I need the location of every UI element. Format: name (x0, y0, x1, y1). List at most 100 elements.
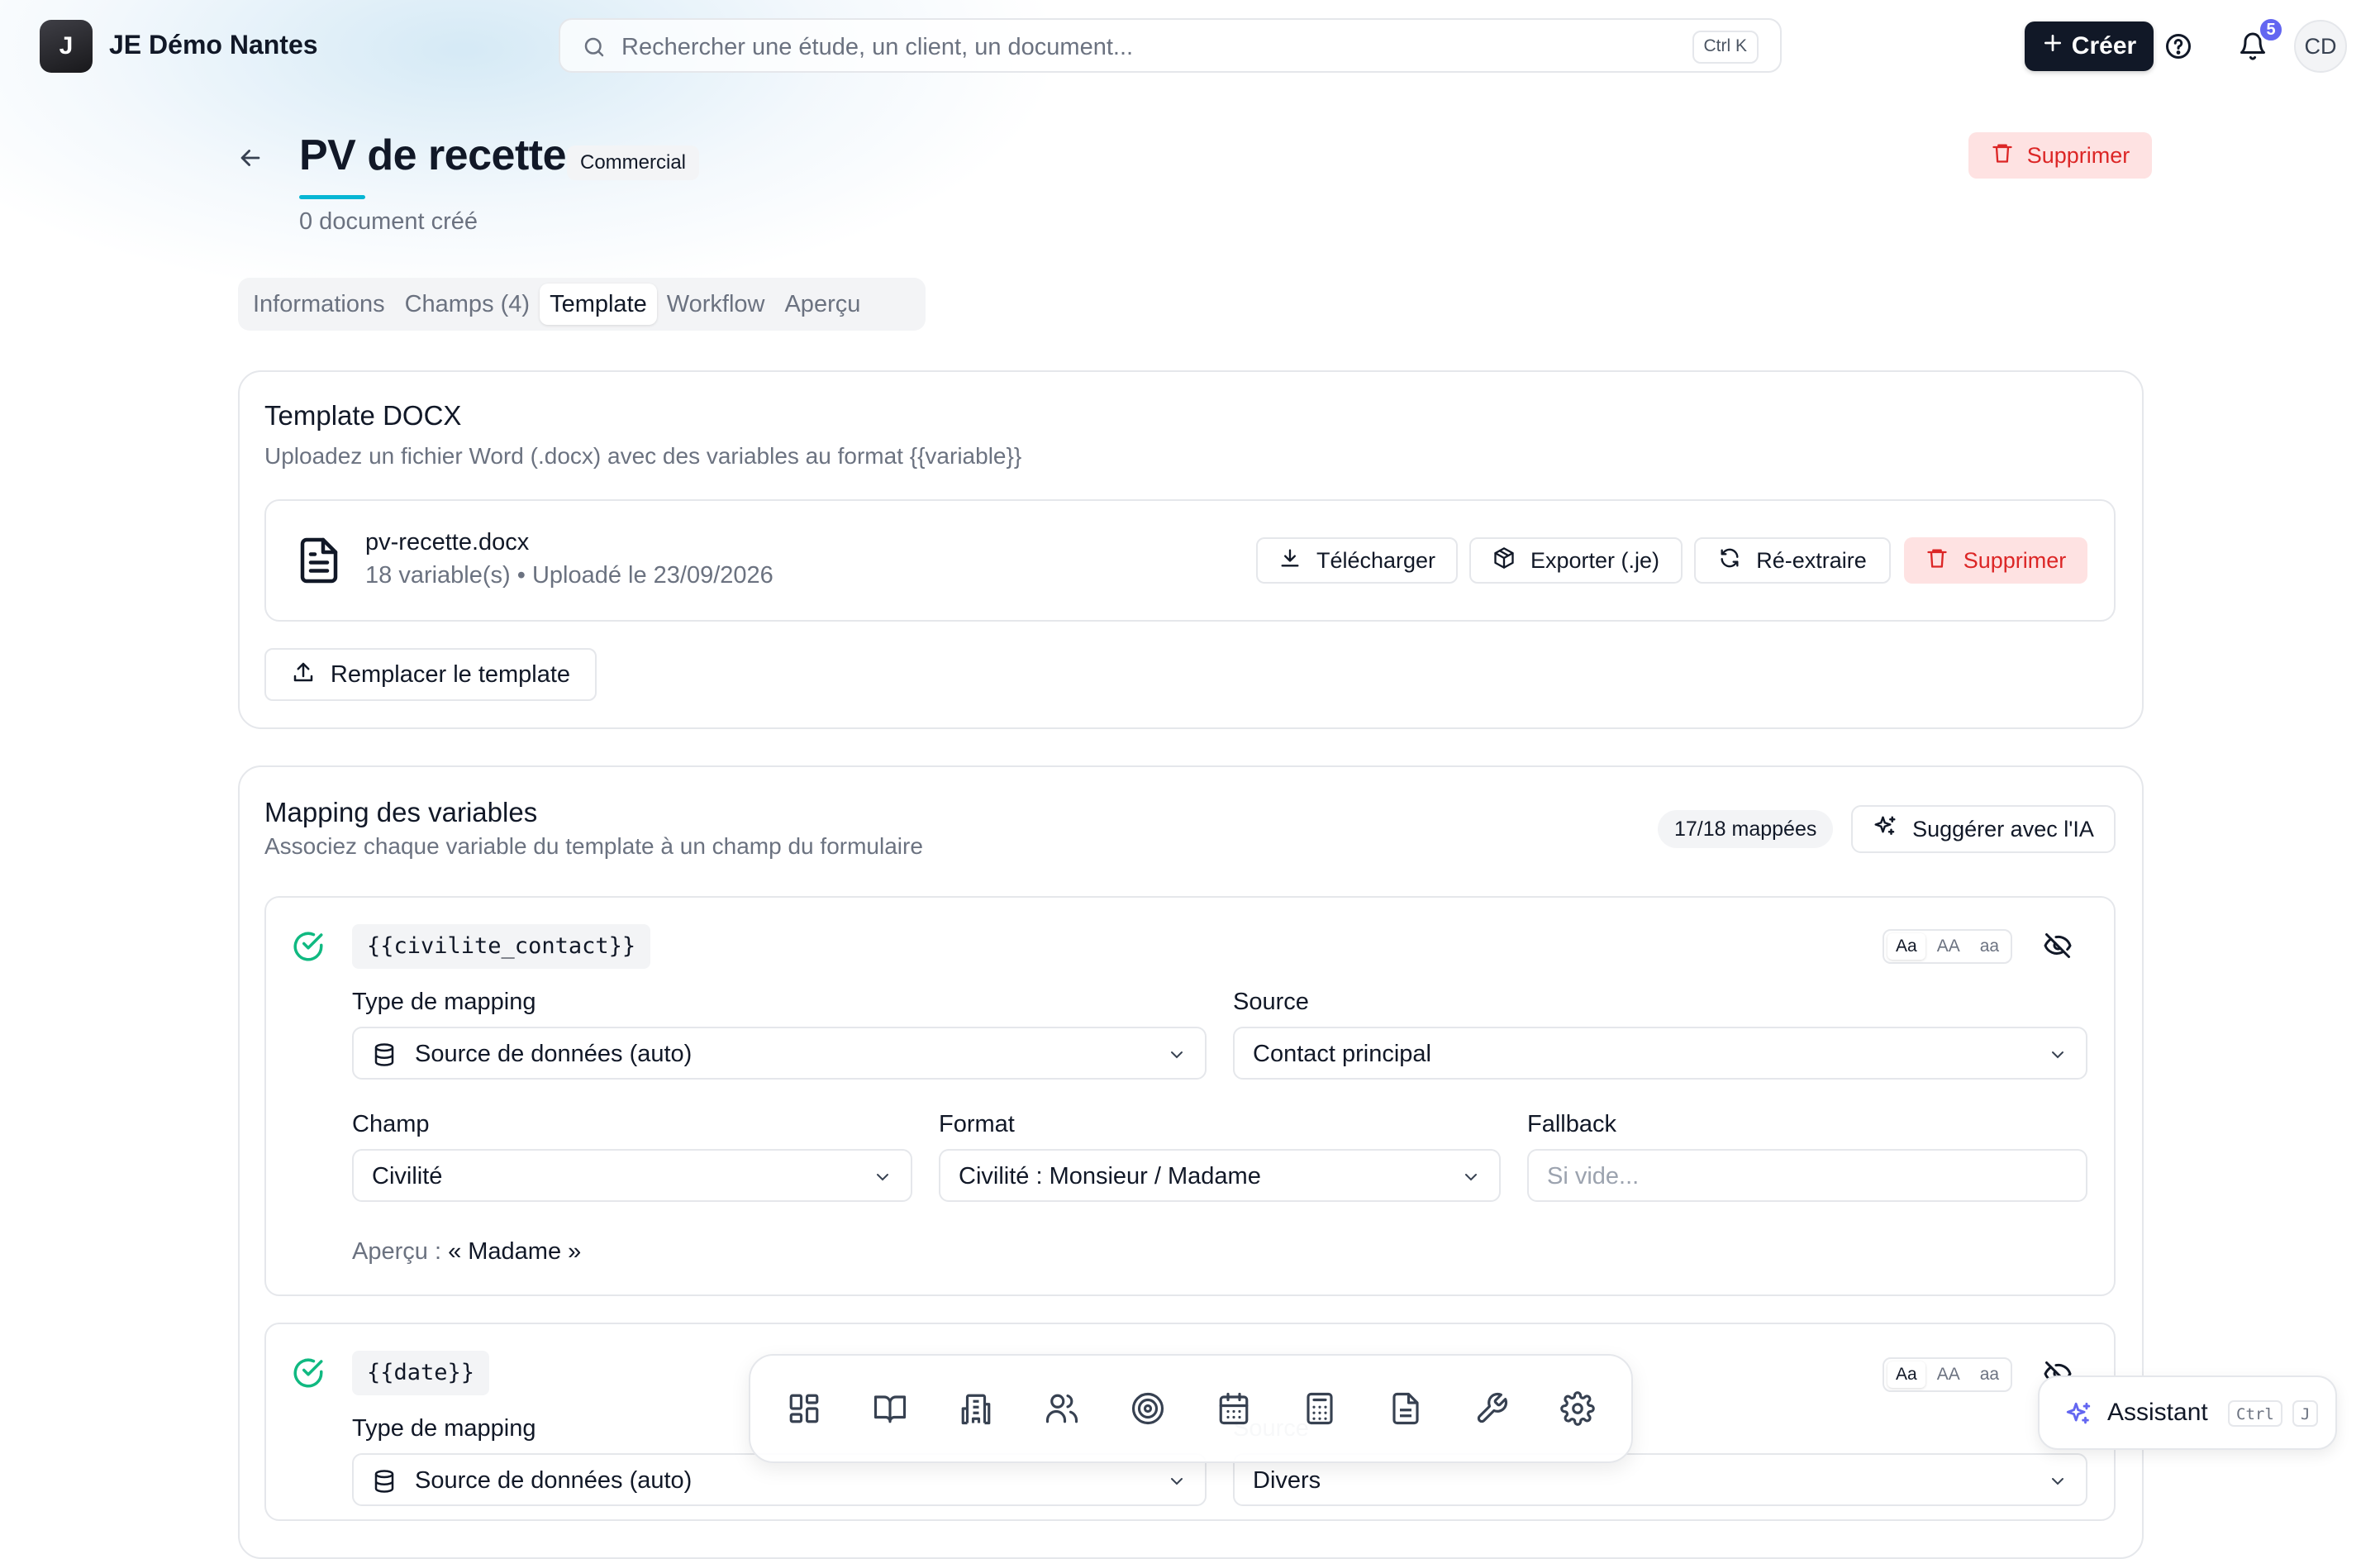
template-card-subtitle: Uploadez un fichier Word (.docx) avec de… (264, 443, 1022, 469)
tab-template[interactable]: Template (540, 284, 657, 325)
variable-code: {{date}} (352, 1351, 490, 1395)
check-circle-icon (291, 1356, 326, 1395)
org-logo[interactable]: J (40, 20, 93, 73)
create-button[interactable]: Créer (2025, 21, 2154, 71)
building-icon[interactable] (951, 1384, 1001, 1433)
fallback-input[interactable]: Si vide... (1527, 1149, 2087, 1202)
download-label: Télécharger (1316, 547, 1436, 573)
dashboard-icon[interactable] (779, 1384, 829, 1433)
source-value: Divers (1253, 1467, 1321, 1494)
file-doc-icon (294, 534, 344, 591)
mapping-card-title: Mapping des variables (264, 797, 538, 827)
database-icon (372, 1469, 397, 1498)
file-meta: 18 variable(s) • Uploadé le 23/09/2026 (365, 562, 774, 589)
fallback-placeholder: Si vide... (1547, 1163, 1640, 1190)
calculator-icon[interactable] (1295, 1384, 1345, 1433)
eye-off-icon[interactable] (2043, 931, 2073, 965)
case-option-lower[interactable]: aa (1972, 933, 2007, 960)
reextract-label: Ré-extraire (1756, 547, 1867, 573)
mapping-type-select[interactable]: Source de données (auto) (352, 1027, 1207, 1080)
search-bar[interactable]: Rechercher une étude, un client, un docu… (559, 18, 1782, 73)
help-icon[interactable] (2160, 28, 2197, 64)
search-icon (582, 35, 607, 64)
chevron-down-icon (2048, 1471, 2068, 1495)
create-label: Créer (2071, 32, 2137, 60)
back-arrow-icon[interactable] (236, 144, 264, 176)
source-select[interactable]: Contact principal (1233, 1027, 2087, 1080)
org-name[interactable]: JE Démo Nantes (109, 30, 318, 60)
case-option-upper[interactable]: AA (1929, 1361, 1968, 1388)
wrench-icon[interactable] (1467, 1384, 1516, 1433)
case-option-lower[interactable]: aa (1972, 1361, 2007, 1388)
preview-label: Aperçu : (352, 1238, 441, 1265)
plus-icon (2042, 32, 2063, 60)
fallback-label: Fallback (1527, 1111, 1616, 1137)
delete-file-button[interactable]: Supprimer (1904, 537, 2087, 584)
book-icon[interactable] (865, 1384, 915, 1433)
mapping-type-label: Type de mapping (352, 989, 536, 1015)
avatar[interactable]: CD (2294, 20, 2347, 73)
upload-icon (291, 660, 316, 690)
tab-apercu[interactable]: Aperçu (774, 284, 870, 325)
chevron-down-icon (2048, 1045, 2068, 1069)
delete-file-label: Supprimer (1963, 547, 2067, 573)
title-accent-underline (299, 195, 365, 199)
export-button[interactable]: Exporter (.je) (1469, 537, 1683, 584)
case-toggle-group: Aa AA aa (1883, 929, 2013, 964)
mapping-type-value: Source de données (auto) (415, 1467, 693, 1494)
export-label: Exporter (.je) (1530, 547, 1660, 573)
variable-code: {{civilite_contact}} (352, 924, 651, 969)
mapping-type-value: Source de données (auto) (415, 1041, 693, 1067)
sparkles-icon (2064, 1400, 2092, 1433)
suggest-ai-label: Suggérer avec l'IA (1912, 816, 2094, 841)
chevron-down-icon (1167, 1045, 1187, 1069)
case-option-upper[interactable]: AA (1929, 933, 1968, 960)
search-shortcut: Ctrl K (1692, 31, 1759, 64)
field-value: Civilité (372, 1163, 443, 1190)
tab-bar: Informations Champs (4) Template Workflo… (238, 278, 926, 331)
delete-template-type-button[interactable]: Supprimer (1968, 132, 2152, 179)
case-option-capitalize[interactable]: Aa (1887, 1361, 1925, 1388)
category-badge: Commercial (567, 145, 700, 180)
mapping-type-label: Type de mapping (352, 1415, 536, 1442)
delete-label: Supprimer (2026, 142, 2130, 168)
tab-champs[interactable]: Champs (4) (395, 284, 540, 325)
org-logo-letter: J (59, 32, 74, 60)
preview-value: « Madame » (448, 1238, 582, 1265)
users-icon[interactable] (1037, 1384, 1087, 1433)
suggest-ai-button[interactable]: Suggérer avec l'IA (1851, 805, 2116, 853)
assistant-button[interactable]: Assistant Ctrl J (2038, 1375, 2337, 1450)
source-value: Contact principal (1253, 1041, 1431, 1067)
package-icon (1492, 546, 1516, 575)
reextract-button[interactable]: Ré-extraire (1694, 537, 1891, 584)
top-bar: J JE Démo Nantes Rechercher une étude, u… (0, 0, 2380, 93)
template-card-title: Template DOCX (264, 400, 462, 431)
replace-template-button[interactable]: Remplacer le template (264, 648, 597, 701)
chevron-down-icon (1167, 1471, 1187, 1495)
chevron-down-icon (1461, 1167, 1481, 1191)
field-select[interactable]: Civilité (352, 1149, 912, 1202)
field-label: Champ (352, 1111, 430, 1137)
source-label: Source (1233, 989, 1309, 1015)
calendar-icon[interactable] (1209, 1384, 1259, 1433)
replace-template-label: Remplacer le template (330, 660, 571, 688)
target-icon[interactable] (1123, 1384, 1173, 1433)
refresh-icon (1718, 546, 1741, 575)
chevron-down-icon (873, 1167, 892, 1191)
case-toggle-group: Aa AA aa (1883, 1357, 2013, 1392)
page-title: PV de recette (299, 131, 567, 179)
tab-workflow[interactable]: Workflow (657, 284, 775, 325)
bottom-dock (749, 1354, 1633, 1463)
trash-icon (1925, 546, 1949, 575)
format-select[interactable]: Civilité : Monsieur / Madame (939, 1149, 1501, 1202)
case-option-capitalize[interactable]: Aa (1887, 933, 1925, 960)
tab-informations[interactable]: Informations (243, 284, 395, 325)
settings-icon[interactable] (1553, 1384, 1602, 1433)
document-icon[interactable] (1381, 1384, 1430, 1433)
search-placeholder: Rechercher une étude, un client, un docu… (621, 34, 1134, 60)
assistant-label: Assistant (2107, 1399, 2208, 1426)
file-name: pv-recette.docx (365, 529, 530, 555)
download-button[interactable]: Télécharger (1256, 537, 1458, 584)
format-value: Civilité : Monsieur / Madame (959, 1163, 1261, 1190)
database-icon (372, 1042, 397, 1071)
